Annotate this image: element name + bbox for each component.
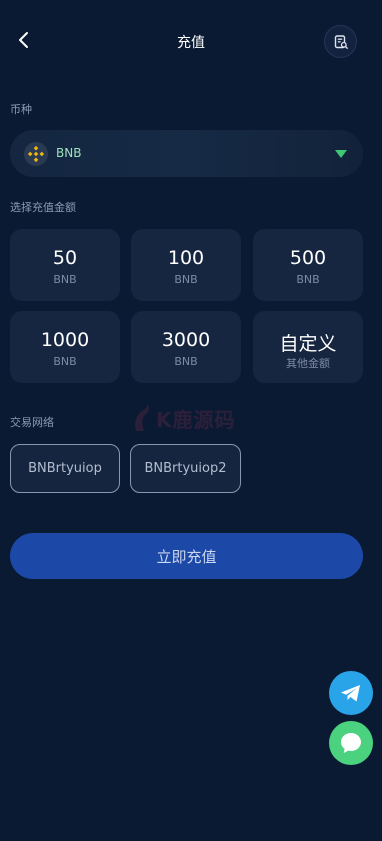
chat-bubble-icon bbox=[341, 733, 361, 753]
selected-coin-name: BNB bbox=[56, 146, 82, 160]
amount-unit: BNB bbox=[174, 355, 198, 368]
amount-option-3000[interactable]: 3000 BNB bbox=[131, 311, 241, 383]
header: 充值 bbox=[0, 0, 382, 84]
amount-option-100[interactable]: 100 BNB bbox=[131, 229, 241, 301]
network-option-1[interactable]: BNBrtyuiop bbox=[10, 444, 120, 493]
network-section-label: 交易网络 bbox=[10, 416, 54, 429]
amount-option-500[interactable]: 500 BNB bbox=[253, 229, 363, 301]
amount-option-1000[interactable]: 1000 BNB bbox=[10, 311, 120, 383]
amount-value: 500 bbox=[289, 247, 327, 269]
coin-select[interactable]: BNB bbox=[10, 130, 363, 177]
amount-unit: BNB bbox=[53, 355, 77, 368]
amount-unit: BNB bbox=[174, 273, 198, 286]
amount-unit: 其他金额 bbox=[286, 357, 330, 370]
network-option-2[interactable]: BNBrtyuiop2 bbox=[130, 444, 241, 493]
amount-value: 100 bbox=[167, 247, 205, 269]
amount-section-label: 选择充值金额 bbox=[10, 201, 76, 214]
deer-logo-icon bbox=[135, 404, 149, 431]
caret-down-icon bbox=[335, 150, 347, 158]
telegram-button[interactable] bbox=[329, 671, 373, 715]
amount-value: 1000 bbox=[40, 329, 90, 351]
chat-button[interactable] bbox=[329, 721, 373, 765]
bnb-icon bbox=[24, 142, 48, 166]
watermark-text: K鹿源码 bbox=[156, 407, 236, 432]
amount-option-50[interactable]: 50 BNB bbox=[10, 229, 120, 301]
records-button[interactable] bbox=[324, 25, 357, 58]
amount-value: 3000 bbox=[161, 329, 211, 351]
amount-option-custom[interactable]: 自定义 其他金额 bbox=[253, 311, 363, 383]
submit-recharge-button[interactable]: 立即充值 bbox=[10, 533, 363, 579]
document-search-icon bbox=[334, 34, 348, 49]
amount-value: 50 bbox=[52, 247, 78, 269]
watermark-logo: K鹿源码 bbox=[130, 398, 260, 438]
amount-unit: BNB bbox=[296, 273, 320, 286]
amount-unit: BNB bbox=[53, 273, 77, 286]
amount-value: 自定义 bbox=[279, 333, 337, 355]
telegram-icon bbox=[341, 685, 360, 702]
coin-section-label: 币种 bbox=[10, 103, 32, 116]
